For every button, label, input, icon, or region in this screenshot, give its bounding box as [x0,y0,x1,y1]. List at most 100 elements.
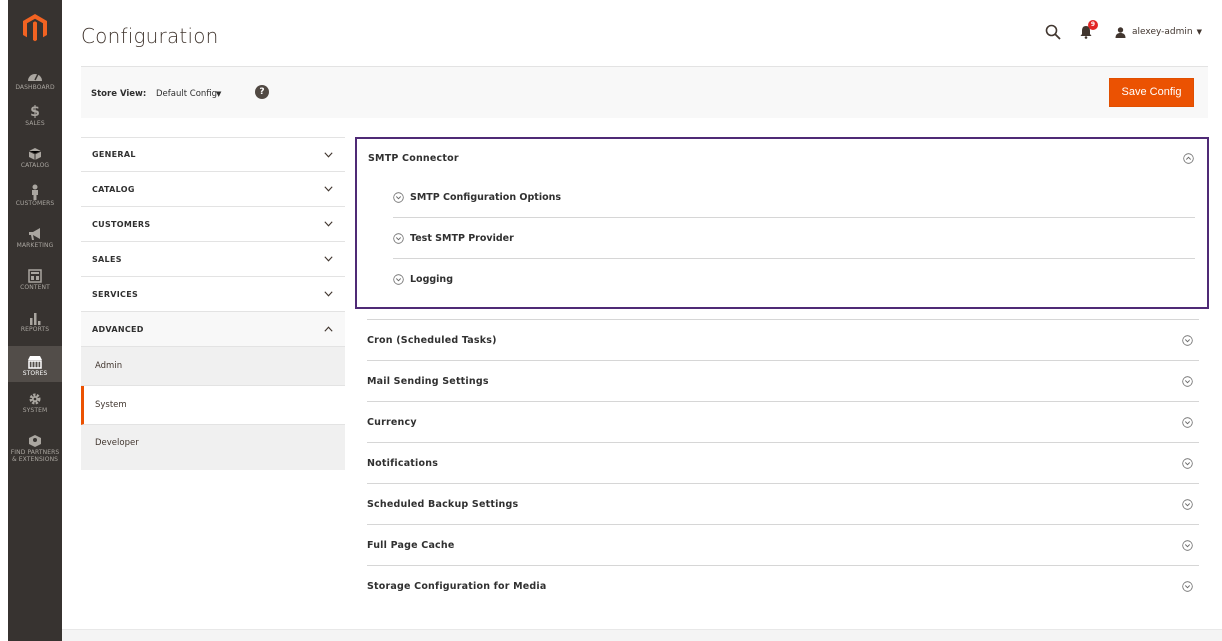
store-view-switcher[interactable]: Default Config [156,89,217,99]
section-full-page-cache[interactable]: Full Page Cache [367,524,1199,565]
notification-count-badge: 9 [1088,20,1098,30]
chevron-down-icon [324,291,333,297]
smtp-connector-header[interactable]: SMTP Connector [357,139,1207,177]
collapse-circle-up-icon [1183,152,1194,164]
rail-label: REPORTS [20,326,50,333]
puzzle-icon [29,435,41,447]
section-cron[interactable]: Cron (Scheduled Tasks) [367,319,1199,360]
config-content: SMTP Connector SMTP Configuration Option… [355,137,1209,606]
nav-item-admin[interactable]: Admin [81,347,345,386]
expand-circle-down-icon [1182,334,1193,346]
smtp-connector-section: SMTP Connector SMTP Configuration Option… [355,137,1209,309]
section-storage-media[interactable]: Storage Configuration for Media [367,565,1199,606]
section-title: Full Page Cache [367,539,455,551]
rail-item-catalog[interactable]: CATALOG [8,146,62,172]
expand-circle-down-icon [1182,457,1193,469]
rail-label: CATALOG [20,162,50,169]
nav-group-label: SALES [92,254,122,264]
chevron-down-icon [324,221,333,227]
section-title: SMTP Connector [368,152,459,164]
nav-group-sales[interactable]: SALES [81,242,345,277]
system-sections: Cron (Scheduled Tasks) Mail Sending Sett… [367,319,1199,606]
smtp-sub-section[interactable]: SMTP Configuration Options [393,177,1195,218]
save-config-button[interactable]: Save Config [1109,78,1194,107]
section-notifications[interactable]: Notifications [367,442,1199,483]
rail-item-customers[interactable]: CUSTOMERS [8,184,62,212]
smtp-sub-section[interactable]: Logging [393,259,1195,300]
nav-group-label: ADVANCED [92,324,144,334]
rail-item-find-partners[interactable]: FIND PARTNERS & EXTENSIONS [8,433,62,469]
nav-group-label: CUSTOMERS [92,219,151,229]
chevron-down-icon [324,186,333,192]
rail-item-dashboard[interactable]: DASHBOARD [8,68,62,92]
chevron-up-icon [324,326,333,332]
expand-circle-down-icon [1182,580,1193,592]
rail-label: MARKETING [16,242,54,249]
rail-item-reports[interactable]: REPORTS [8,310,62,338]
nav-group-services[interactable]: SERVICES [81,277,345,312]
smtp-sub-section[interactable]: Test SMTP Provider [393,218,1195,259]
rail-item-marketing[interactable]: MARKETING [8,226,62,254]
nav-group-customers[interactable]: CUSTOMERS [81,207,345,242]
section-title: Storage Configuration for Media [367,580,547,592]
sub-section-title: Test SMTP Provider [410,232,514,244]
chevron-down-icon [324,151,333,158]
rail-item-system[interactable]: SYSTEM [8,391,62,419]
nav-advanced-items: Admin System Developer [81,347,345,470]
section-scheduled-backup[interactable]: Scheduled Backup Settings [367,483,1199,524]
chevron-down-icon [324,256,333,262]
nav-group-advanced[interactable]: ADVANCED [81,312,345,347]
rail-item-sales[interactable]: $ SALES [8,104,62,130]
expand-circle-down-icon [393,232,404,244]
box-icon [28,148,42,160]
config-nav: GENERAL CATALOG CUSTOMERS SALES SERVICES… [81,137,345,470]
nav-item-developer[interactable]: Developer [81,425,345,470]
dashboard-icon [28,73,42,81]
expand-circle-down-icon [393,274,404,285]
nav-group-catalog[interactable]: CATALOG [81,172,345,207]
store-icon [28,356,42,369]
rail-label: DASHBOARD [15,84,55,91]
user-icon [1115,26,1126,38]
admin-sidebar: DASHBOARD $ SALES CATALOG CUSTOMERS MARK… [8,0,62,641]
expand-circle-down-icon [1182,416,1193,428]
page-footer [62,629,1222,641]
person-icon [32,184,38,200]
rail-label: CONTENT [20,284,50,291]
store-view-caret-icon[interactable]: ▼ [216,90,221,98]
store-view-label: Store View: [91,89,147,99]
expand-circle-down-icon [1182,539,1193,551]
rail-label: FIND PARTNERS & EXTENSIONS [10,449,60,463]
rail-item-content[interactable]: CONTENT [8,268,62,296]
section-title: Scheduled Backup Settings [367,498,519,510]
section-title: Currency [367,416,417,428]
header-actions: 9 alexey-admin ▼ [1045,20,1202,40]
nav-item-system[interactable]: System [81,386,345,425]
rail-label: SALES [25,120,45,127]
nav-group-label: GENERAL [92,150,136,159]
rail-label: SYSTEM [22,407,48,414]
expand-circle-down-icon [1182,375,1193,387]
sub-section-title: SMTP Configuration Options [410,191,562,203]
user-menu[interactable]: alexey-admin ▼ [1115,26,1202,38]
section-title: Notifications [367,457,439,469]
search-icon[interactable] [1045,24,1061,40]
section-currency[interactable]: Currency [367,401,1199,442]
layout-icon [28,269,42,283]
expand-circle-down-icon [393,191,404,203]
magento-logo-icon[interactable] [16,8,54,48]
rail-label: STORES [22,370,48,377]
help-icon[interactable]: ? [255,85,269,99]
section-mail-sending[interactable]: Mail Sending Settings [367,360,1199,401]
notifications-button[interactable]: 9 [1079,20,1098,40]
page-title: Configuration [81,24,219,48]
section-title: Mail Sending Settings [367,375,489,387]
gear-icon [29,393,41,405]
nav-group-label: SERVICES [92,289,139,299]
rail-item-stores[interactable]: STORES [8,346,62,382]
megaphone-icon [29,228,40,240]
bar-chart-icon [30,313,41,325]
nav-group-general[interactable]: GENERAL [81,137,345,172]
rail-label: CUSTOMERS [15,200,55,207]
store-view-bar: Store View: Default Config ▼ ? Save Conf… [81,66,1208,118]
